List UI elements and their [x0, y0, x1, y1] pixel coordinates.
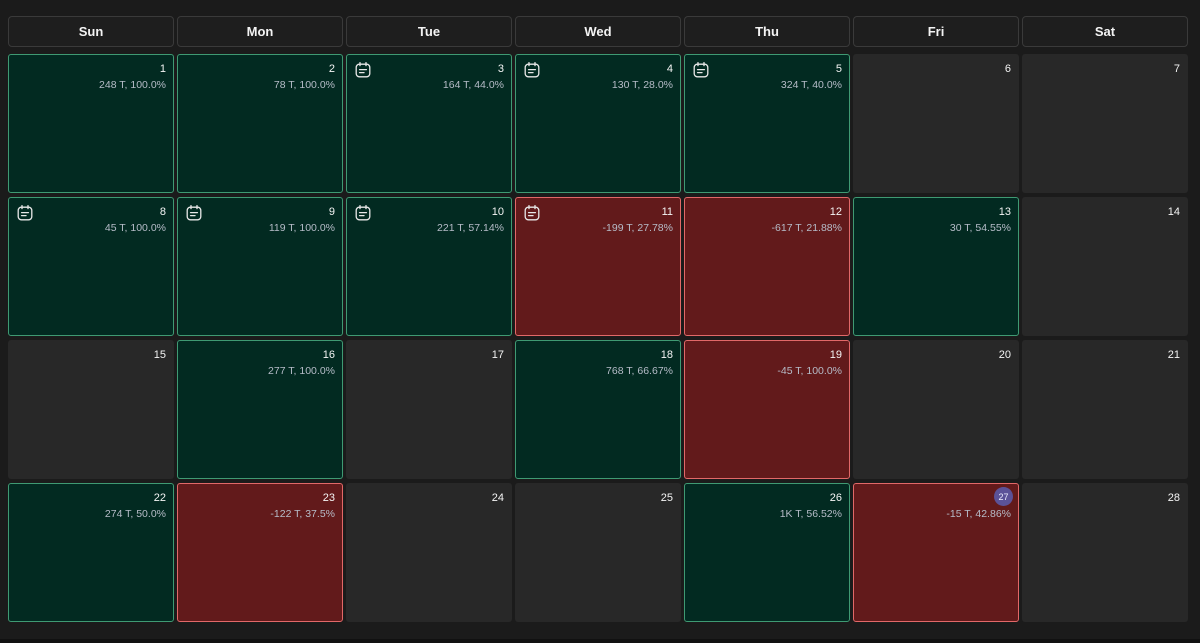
journal-note-icon[interactable]	[354, 204, 372, 222]
day-cell[interactable]: 9 119 T, 100.0%	[177, 197, 343, 336]
day-trade-stats: 277 T, 100.0%	[268, 365, 335, 377]
day-number: 16	[322, 349, 335, 361]
day-trade-stats: -45 T, 100.0%	[777, 365, 842, 377]
day-trade-stats: 274 T, 50.0%	[104, 508, 166, 520]
day-trade-stats: 45 T, 100.0%	[104, 222, 166, 234]
day-number: 1	[159, 63, 166, 75]
day-trade-stats: 248 T, 100.0%	[99, 79, 166, 91]
day-number: 8	[159, 206, 166, 218]
day-cell[interactable]: 18 768 T, 66.67%	[515, 340, 681, 479]
day-cell[interactable]: 21	[1022, 340, 1188, 479]
weekday-header-sun[interactable]: Sun	[8, 16, 174, 47]
day-number: 2	[328, 63, 335, 75]
day-trade-stats: 221 T, 57.14%	[437, 222, 504, 234]
day-cell[interactable]: 5 324 T, 40.0%	[684, 54, 850, 193]
day-cell[interactable]: 11 -199 T, 27.78%	[515, 197, 681, 336]
day-number: 23	[322, 492, 335, 504]
day-trade-stats: 130 T, 28.0%	[611, 79, 673, 91]
weekday-header-tue[interactable]: Tue	[346, 16, 512, 47]
day-number: 25	[660, 492, 673, 504]
day-number: 22	[153, 492, 166, 504]
day-number: 9	[328, 206, 335, 218]
day-number: 5	[835, 63, 842, 75]
day-number: 20	[998, 349, 1011, 361]
today-badge: 27	[994, 487, 1013, 506]
day-number: 28	[1167, 492, 1180, 504]
day-cell[interactable]: 2 78 T, 100.0%	[177, 54, 343, 193]
day-number: 4	[666, 63, 673, 75]
day-trade-stats: 164 T, 44.0%	[442, 79, 504, 91]
day-trade-stats: -199 T, 27.78%	[602, 222, 673, 234]
day-cell[interactable]: 12 -617 T, 21.88%	[684, 197, 850, 336]
day-number: 6	[1004, 63, 1011, 75]
day-number: 14	[1167, 206, 1180, 218]
weekday-header-sat[interactable]: Sat	[1022, 16, 1188, 47]
day-trade-stats: 768 T, 66.67%	[606, 365, 673, 377]
day-number: 17	[491, 349, 504, 361]
bottom-scroll-bar	[0, 639, 1200, 643]
day-cell[interactable]: 4 130 T, 28.0%	[515, 54, 681, 193]
day-trade-stats: 119 T, 100.0%	[268, 222, 335, 234]
day-cell[interactable]: 1 248 T, 100.0%	[8, 54, 174, 193]
day-number: 24	[491, 492, 504, 504]
day-cell[interactable]: 17	[346, 340, 512, 479]
day-number: 3	[497, 63, 504, 75]
day-number: 7	[1173, 63, 1180, 75]
day-cell[interactable]: 14	[1022, 197, 1188, 336]
day-cell[interactable]: 27 -15 T, 42.86%	[853, 483, 1019, 622]
day-cell[interactable]: 26 1K T, 56.52%	[684, 483, 850, 622]
day-cell[interactable]: 24	[346, 483, 512, 622]
journal-note-icon[interactable]	[523, 204, 541, 222]
day-cell[interactable]: 7	[1022, 54, 1188, 193]
journal-note-icon[interactable]	[354, 61, 372, 79]
day-cell[interactable]: 3 164 T, 44.0%	[346, 54, 512, 193]
day-trade-stats: -617 T, 21.88%	[771, 222, 842, 234]
journal-note-icon[interactable]	[16, 204, 34, 222]
calendar-day-grid: 1 248 T, 100.0% 2 78 T, 100.0% 3 164 T, 44.0%…	[8, 54, 1188, 622]
day-cell[interactable]: 28	[1022, 483, 1188, 622]
day-cell[interactable]: 22 274 T, 50.0%	[8, 483, 174, 622]
weekday-header-wed[interactable]: Wed	[515, 16, 681, 47]
weekday-header-row: Sun Mon Tue Wed Thu Fri Sat	[8, 16, 1188, 47]
day-cell[interactable]: 15	[8, 340, 174, 479]
day-number: 26	[829, 492, 842, 504]
day-trade-stats: 1K T, 56.52%	[779, 508, 842, 520]
day-number: 13	[998, 206, 1011, 218]
weekday-header-fri[interactable]: Fri	[853, 16, 1019, 47]
day-cell[interactable]: 16 277 T, 100.0%	[177, 340, 343, 479]
day-cell[interactable]: 19 -45 T, 100.0%	[684, 340, 850, 479]
day-cell[interactable]: 13 30 T, 54.55%	[853, 197, 1019, 336]
day-number: 18	[660, 349, 673, 361]
weekday-header-mon[interactable]: Mon	[177, 16, 343, 47]
day-number: 15	[153, 349, 166, 361]
day-trade-stats: 78 T, 100.0%	[273, 79, 335, 91]
day-cell[interactable]: 8 45 T, 100.0%	[8, 197, 174, 336]
day-cell[interactable]: 20	[853, 340, 1019, 479]
day-number: 12	[829, 206, 842, 218]
trading-calendar: Sun Mon Tue Wed Thu Fri Sat 1 248 T, 100.…	[8, 16, 1188, 622]
day-number: 11	[661, 206, 673, 218]
day-trade-stats: -15 T, 42.86%	[946, 508, 1011, 520]
journal-note-icon[interactable]	[523, 61, 541, 79]
day-number: 19	[829, 349, 842, 361]
day-cell[interactable]: 10 221 T, 57.14%	[346, 197, 512, 336]
day-trade-stats: 324 T, 40.0%	[780, 79, 842, 91]
day-cell[interactable]: 6	[853, 54, 1019, 193]
journal-note-icon[interactable]	[692, 61, 710, 79]
day-number: 21	[1167, 349, 1180, 361]
day-cell[interactable]: 25	[515, 483, 681, 622]
day-number: 10	[491, 206, 504, 218]
weekday-header-thu[interactable]: Thu	[684, 16, 850, 47]
day-cell[interactable]: 23 -122 T, 37.5%	[177, 483, 343, 622]
journal-note-icon[interactable]	[185, 204, 203, 222]
day-trade-stats: 30 T, 54.55%	[949, 222, 1011, 234]
day-trade-stats: -122 T, 37.5%	[270, 508, 335, 520]
